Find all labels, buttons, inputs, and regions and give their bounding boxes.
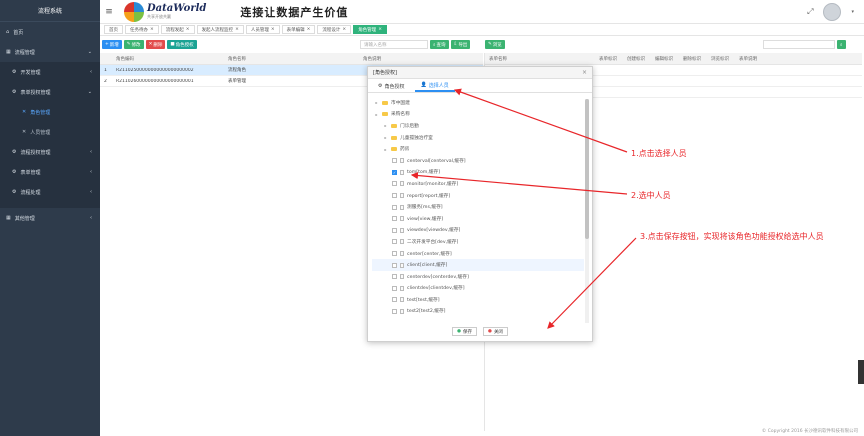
annotation-3: 3.点击保存按钮，实现将该角色功能授权给选中人员 [640,232,824,241]
annotation-arrow [547,237,637,329]
footer: © Copyright 2016 长沙德讯软件科技有限公司 [761,429,858,434]
annotation-arrow [453,88,628,153]
annotation-arrows [410,88,637,329]
annotation-2: 2.选中人员 [631,191,671,200]
annotation-arrow [410,171,628,195]
side-handle[interactable] [858,360,864,384]
annotation-1: 1.点击选择人员 [631,149,687,158]
